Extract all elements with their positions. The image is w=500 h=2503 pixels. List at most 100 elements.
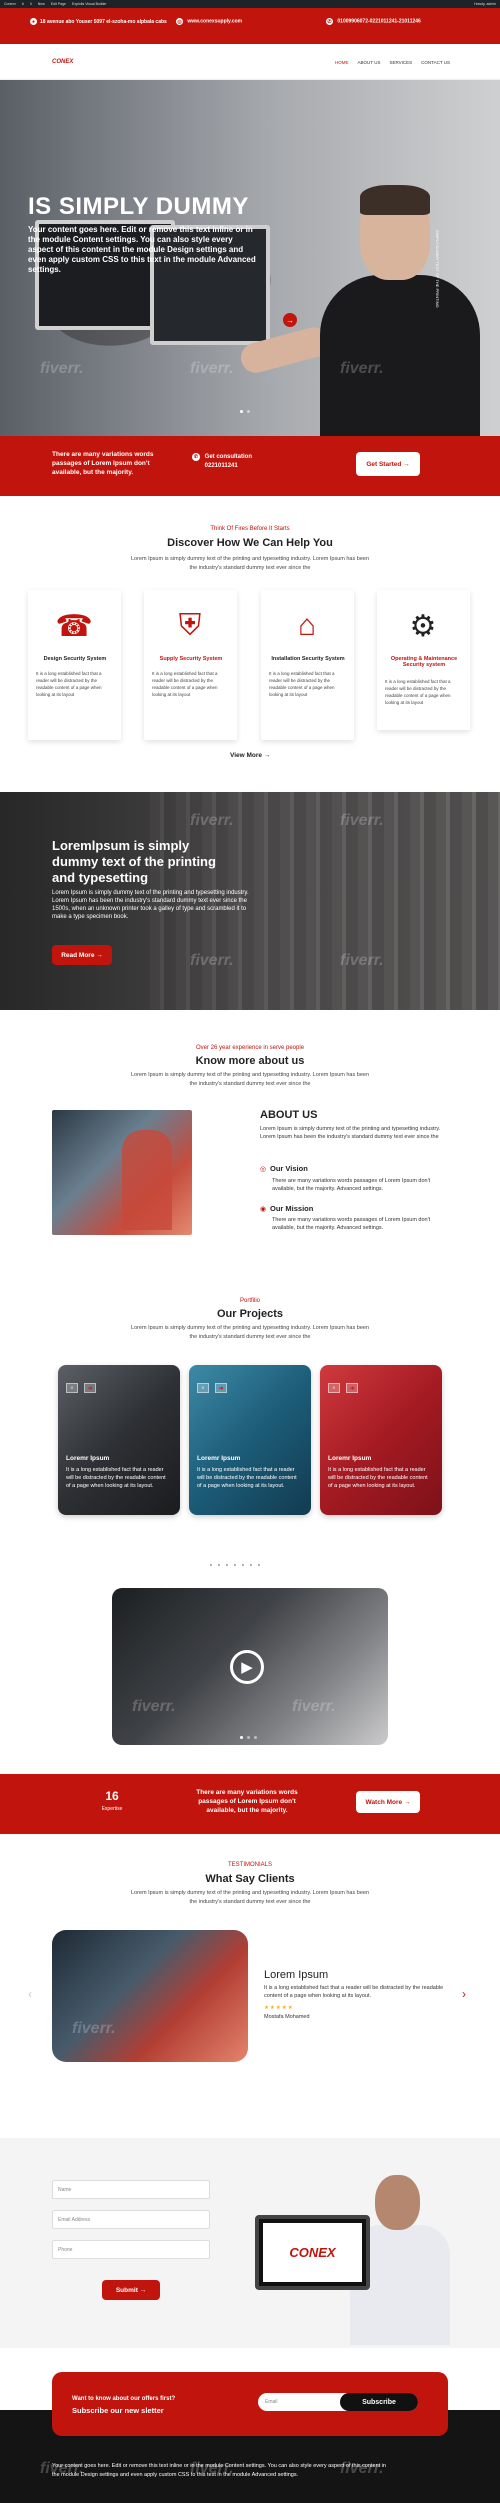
- phone-text[interactable]: 01009906072-0221011241-21011246: [337, 19, 420, 25]
- service-card[interactable]: ⌂ Installation Security System It is a l…: [261, 590, 354, 740]
- project-text: It is a long established fact that a rea…: [197, 1467, 297, 1489]
- watermark: fiverr.: [340, 812, 384, 829]
- services-subtitle: Think Of Fires Before It Starts: [210, 526, 290, 532]
- search-icon[interactable]: ⌕: [66, 1383, 78, 1393]
- admin-greeting[interactable]: Howdy, admin: [474, 2, 496, 6]
- testimonial-text: It is a long established fact that a rea…: [264, 1985, 444, 1999]
- laptop-logo: CONEX: [263, 2223, 362, 2282]
- project-card[interactable]: ⌕ ➜ Loremr Ipsum It is a long establishe…: [320, 1365, 442, 1515]
- newsletter-line2: Subscribe our new sletter: [72, 2406, 164, 2415]
- cta-phone-label: Get consultation: [204, 454, 253, 460]
- about-paragraph: Lorem Ipsum is simply dummy text of the …: [260, 1126, 441, 1140]
- arrow-right-icon[interactable]: ➜: [215, 1383, 227, 1393]
- nav-item-home[interactable]: HOME: [335, 60, 349, 65]
- testimonial-image: fiverr.: [52, 1930, 248, 2062]
- admin-item[interactable]: Conexx: [4, 2, 16, 6]
- search-icon[interactable]: ⌕: [197, 1383, 209, 1393]
- admin-bar: Conexx 6 0 New Edit Page Exploits Visual…: [0, 0, 500, 8]
- watermark: fiverr.: [292, 1698, 336, 1715]
- laptop-image: CONEX: [255, 2215, 370, 2290]
- project-text: It is a long established fact that a rea…: [66, 1467, 166, 1489]
- gears-icon: ⚙: [409, 609, 437, 643]
- hero-next-button[interactable]: →: [283, 313, 297, 327]
- phone-icon: ✆: [326, 18, 333, 25]
- service-card-title: Installation Security System: [271, 656, 345, 662]
- feature-text: Lorem Ipsum is simply dummy text of the …: [52, 890, 249, 920]
- get-started-button[interactable]: Get Started →: [356, 452, 420, 476]
- feature-title: Loremlpsum is simply dummy text of the p…: [52, 838, 216, 885]
- site-logo[interactable]: CONEX: [52, 59, 74, 69]
- newsletter-line1: Want to know about our offers first?: [72, 2396, 176, 2402]
- location-icon: ●: [30, 18, 37, 25]
- watermark: fiverr.: [190, 812, 234, 829]
- service-card[interactable]: ⛨ Supply Security System It is a long es…: [144, 590, 237, 740]
- play-icon[interactable]: ▶: [230, 1650, 264, 1684]
- phone-info[interactable]: ✆ 01009906072-0221011241-21011246: [326, 18, 421, 25]
- hero-vertical-text: SIMPLY DUMMY TEXT OF THE PRINTING: [435, 230, 440, 308]
- arrow-right-icon[interactable]: ➜: [84, 1383, 96, 1393]
- watch-more-button[interactable]: Watch More →: [356, 1791, 420, 1813]
- footer-text: Your content goes here. Edit or remove t…: [52, 2463, 386, 2478]
- email-text[interactable]: www.conexsupply.com: [187, 19, 242, 25]
- admin-item[interactable]: Exploits Visual Builder: [72, 2, 107, 6]
- project-card[interactable]: ⌕ ➜ Loremr Ipsum It is a long establishe…: [189, 1365, 311, 1515]
- about-subtitle: Over 26 year experience in serve people: [195, 1045, 305, 1051]
- shield-hand-icon: ⛨: [178, 609, 202, 642]
- stat-number: 16: [105, 1789, 119, 1803]
- submit-button[interactable]: Submit →: [102, 2280, 160, 2300]
- testimonial-author: Mostafa Mohamed: [264, 2014, 310, 2020]
- cta-phone-number[interactable]: 0221011241: [205, 463, 238, 469]
- watermark: fiverr.: [190, 360, 234, 377]
- stats-text: There are many variations words passages…: [196, 1789, 298, 1814]
- stat-label: Expertise: [101, 1806, 123, 1812]
- admin-item[interactable]: 0: [30, 2, 32, 6]
- watermark: fiverr.: [132, 1698, 176, 1715]
- prev-arrow-icon[interactable]: ‹: [28, 1987, 32, 2001]
- service-card-text: It is a long established fact that a rea…: [36, 671, 102, 697]
- nav-item-contact[interactable]: CONTACT US: [421, 60, 450, 65]
- email-info[interactable]: ◎ www.conexsupply.com: [176, 18, 242, 25]
- nav-item-about[interactable]: ABOUT US: [358, 60, 381, 65]
- phone-field[interactable]: Phone: [52, 2240, 210, 2259]
- read-more-button[interactable]: Read More →: [52, 945, 112, 965]
- mission-text: There are many variations words passages…: [272, 1217, 431, 1231]
- testimonials-title: What Say Clients: [205, 1873, 295, 1885]
- about-desc: Lorem Ipsum is simply dummy text of the …: [130, 1072, 370, 1087]
- about-image: [52, 1110, 192, 1235]
- view-more-link[interactable]: View More →: [230, 752, 270, 759]
- search-icon[interactable]: ⌕: [328, 1383, 340, 1393]
- vision-text: There are many variations words passages…: [272, 1178, 431, 1192]
- admin-item[interactable]: Edit Page: [51, 2, 66, 6]
- projects-pagination[interactable]: [210, 1564, 260, 1566]
- project-title: Loremr Ipsum: [66, 1455, 110, 1462]
- watermark: fiverr.: [190, 952, 234, 969]
- next-arrow-icon[interactable]: ›: [462, 1987, 466, 2001]
- subscribe-button[interactable]: Subscribe: [340, 2393, 418, 2411]
- name-field[interactable]: Name: [52, 2180, 210, 2199]
- email-field[interactable]: Email Address: [52, 2210, 210, 2229]
- services-desc: Lorem Ipsum is simply dummy text of the …: [130, 556, 370, 571]
- watermark: fiverr.: [340, 952, 384, 969]
- service-card-title: Design Security System: [43, 656, 107, 662]
- video-slider-dots[interactable]: [240, 1736, 257, 1739]
- service-card[interactable]: ☎ Design Security System It is a long es…: [28, 590, 121, 740]
- vision-title: Our Vision: [270, 1164, 308, 1173]
- project-card[interactable]: ⌕ ➜ Loremr Ipsum It is a long establishe…: [58, 1365, 180, 1515]
- testimonials-desc: Lorem Ipsum is simply dummy text of the …: [130, 1890, 370, 1905]
- hero-slider-dots[interactable]: [240, 410, 250, 413]
- arrow-right-icon[interactable]: ➜: [346, 1383, 358, 1393]
- fire-alarm-icon: ☎: [55, 609, 93, 643]
- project-title: Loremr Ipsum: [197, 1455, 241, 1462]
- rating-stars: ★★★★★: [264, 2005, 294, 2011]
- testimonials-subtitle: TESTIMONIALS: [227, 1862, 272, 1868]
- cta-text: There are many variations words passages…: [52, 451, 154, 476]
- nav-item-services[interactable]: SERVICES: [389, 60, 412, 65]
- admin-item[interactable]: New: [38, 2, 45, 6]
- service-card-text: It is a long established fact that a rea…: [385, 679, 451, 705]
- service-card[interactable]: ⚙ Operating & Maintenance Security syste…: [377, 590, 470, 730]
- watermark: fiverr.: [72, 2020, 116, 2037]
- service-card-title: Supply Security System: [159, 656, 223, 662]
- hero-text: Your content goes here. Edit or remove t…: [28, 225, 256, 274]
- cta-phone[interactable]: ✆ Get consultation 0221011241: [192, 453, 252, 471]
- admin-item[interactable]: 6: [22, 2, 24, 6]
